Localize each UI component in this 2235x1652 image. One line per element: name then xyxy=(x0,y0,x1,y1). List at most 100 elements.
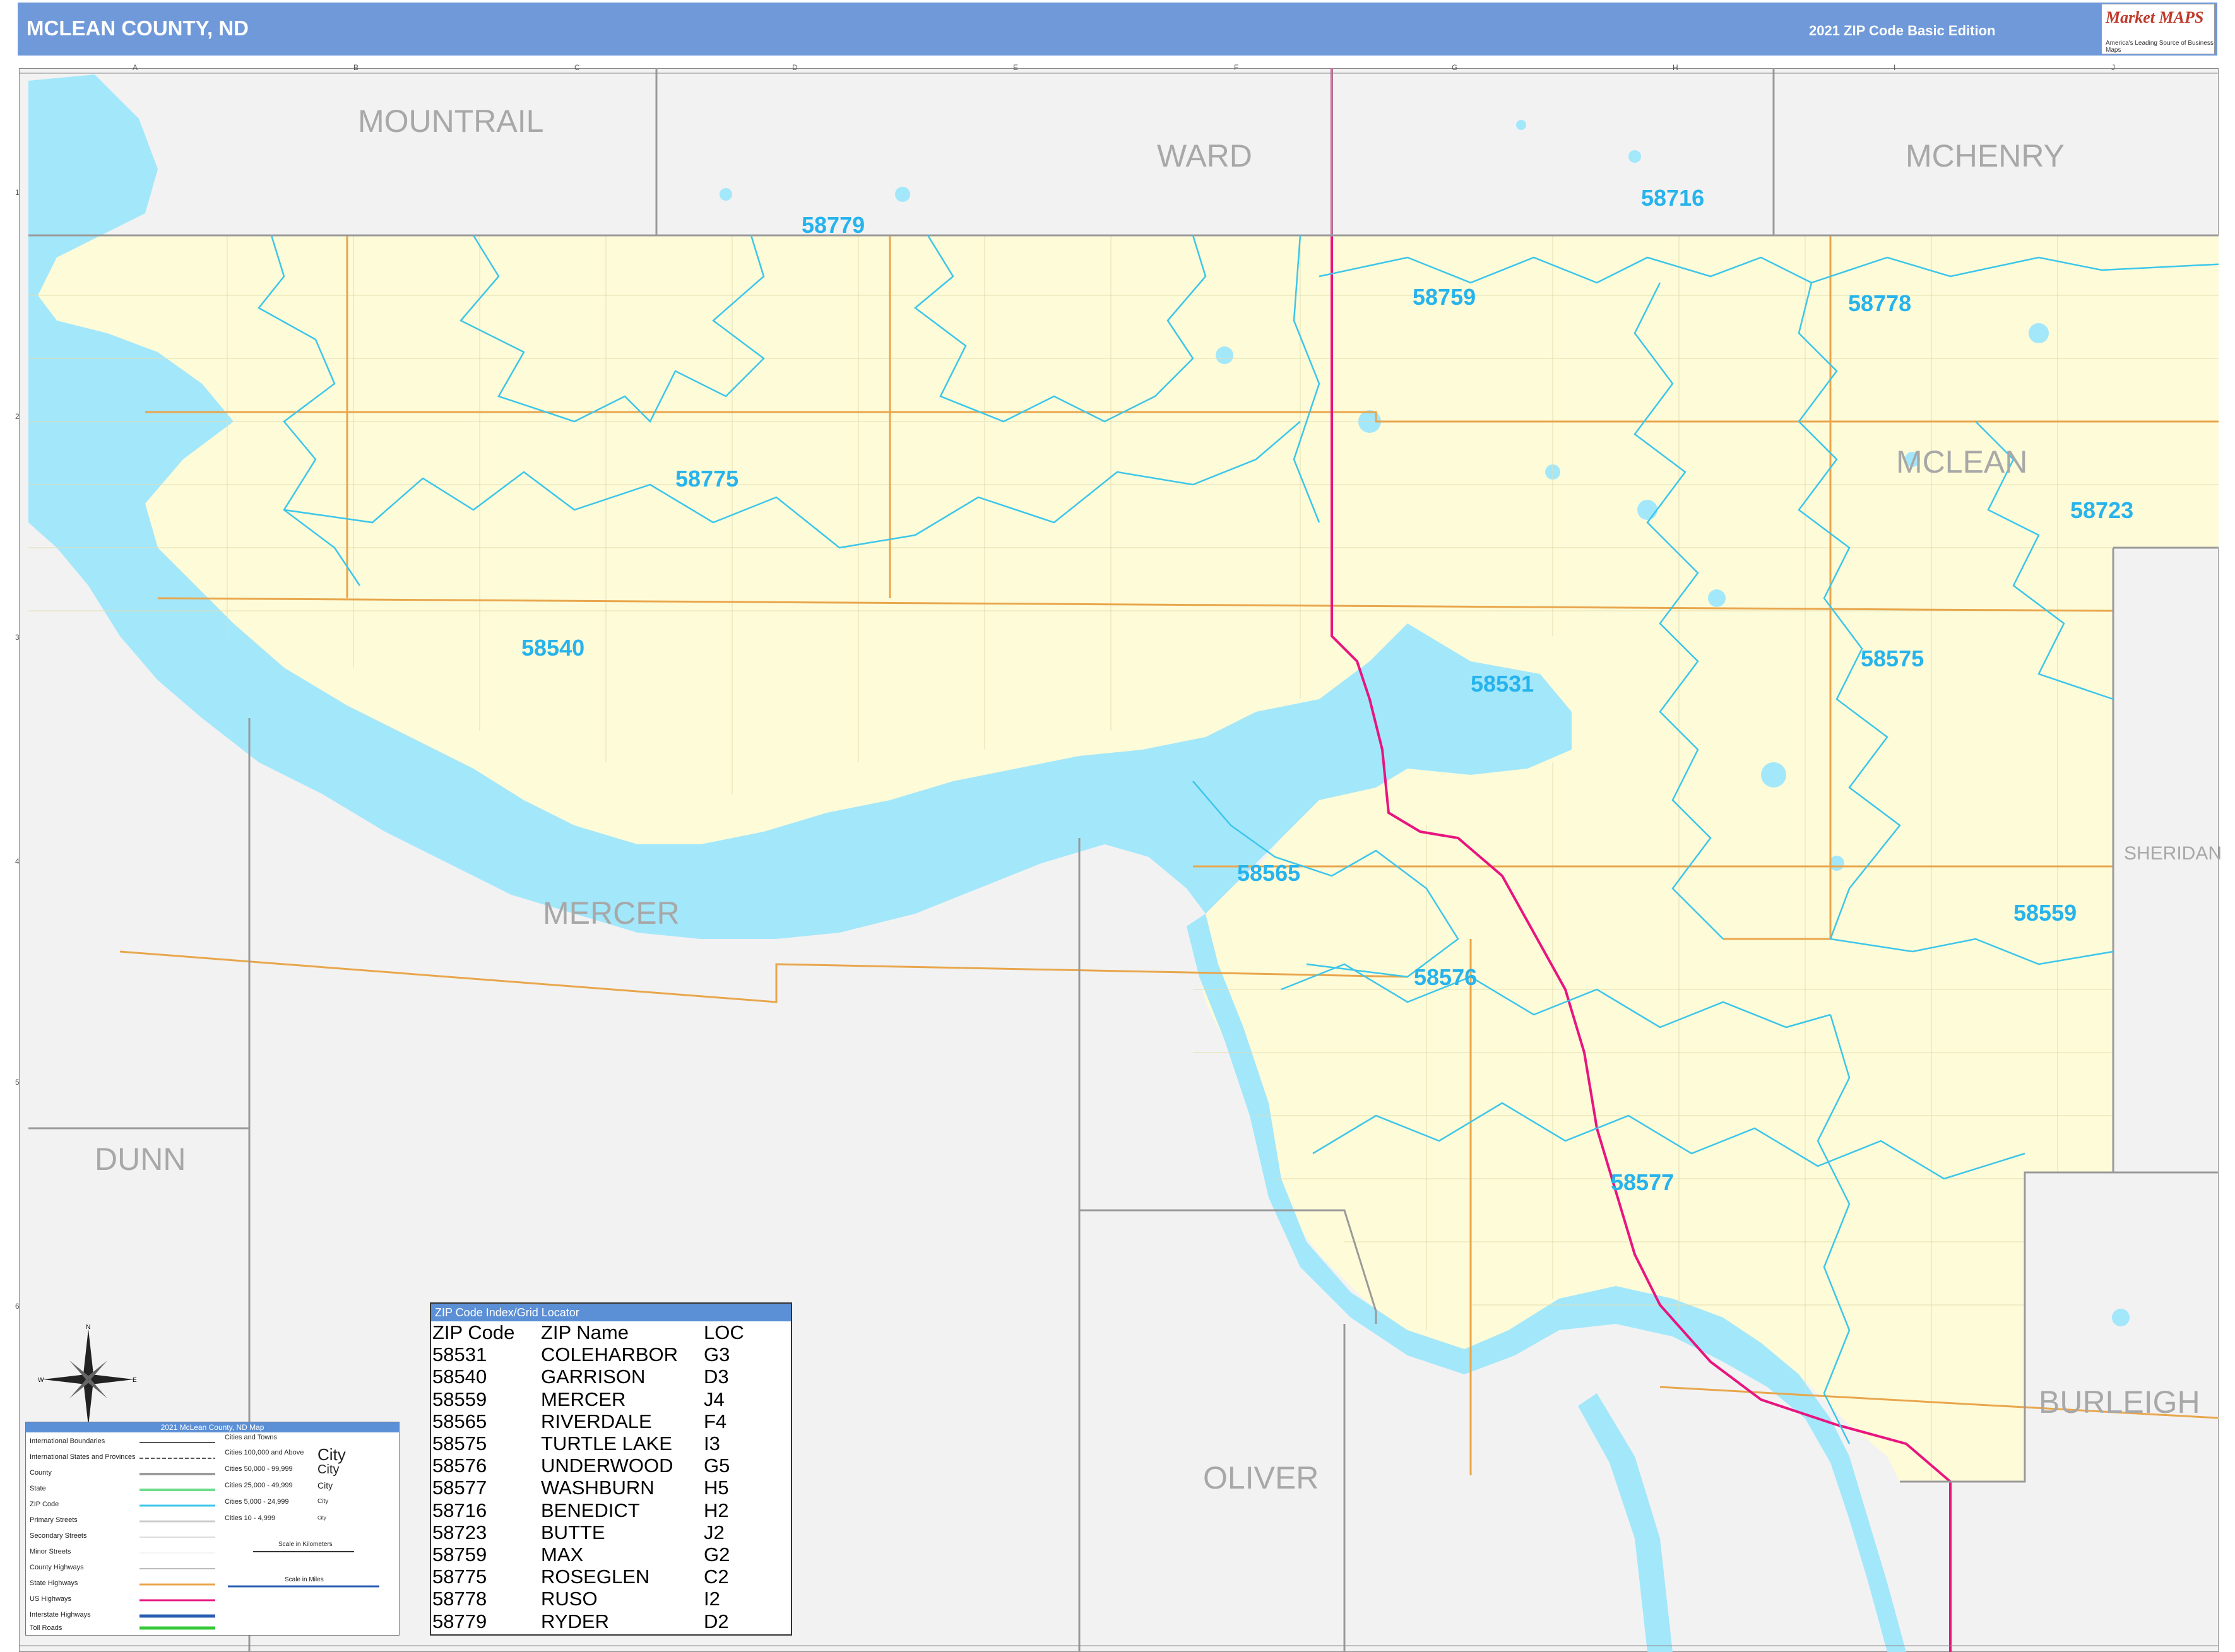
col-header-zip: ZIP Code xyxy=(432,1321,515,1344)
loc-cell: I2 xyxy=(704,1588,720,1610)
loc-cell: G5 xyxy=(704,1454,730,1477)
county-label-mountrail: MOUNTRAIL xyxy=(358,103,544,139)
loc-cell: H5 xyxy=(704,1477,729,1499)
name-cell: ROSEGLEN xyxy=(541,1566,650,1588)
zip-label-58778[interactable]: 58778 xyxy=(1848,290,1911,317)
zip-cell: 58779 xyxy=(432,1610,487,1632)
zip-label-58576[interactable]: 58576 xyxy=(1414,964,1477,991)
loc-cell: J2 xyxy=(704,1521,725,1543)
legend-scale-mi: Scale in Miles xyxy=(285,1576,324,1583)
county-label-dunn: DUNN xyxy=(95,1142,186,1177)
county-label-oliver: OLIVER xyxy=(1203,1460,1319,1496)
loc-cell: H2 xyxy=(704,1499,729,1521)
county-label-mchenry: MCHENRY xyxy=(1906,138,2065,174)
table-row[interactable]: 58775 ROSEGLEN C2 xyxy=(432,1566,744,1588)
zip-cell: 58723 xyxy=(432,1521,487,1543)
loc-cell: I3 xyxy=(704,1432,720,1455)
col-header-loc: LOC xyxy=(704,1321,744,1344)
svg-text:N: N xyxy=(86,1324,90,1331)
name-cell: BENEDICT xyxy=(541,1499,640,1521)
name-cell: COLEHARBOR xyxy=(541,1343,679,1366)
grid-col-j: J xyxy=(2111,63,2115,72)
grid-row-1: 1 xyxy=(15,188,20,197)
table-row[interactable]: 58716 BENEDICT H2 xyxy=(432,1499,744,1521)
name-cell: MAX xyxy=(541,1543,584,1566)
grid-col-g: G xyxy=(1452,63,1458,72)
county-label-burleigh: BURLEIGH xyxy=(2039,1384,2200,1420)
zip-cell: 58540 xyxy=(432,1366,487,1388)
loc-cell: D3 xyxy=(704,1366,729,1388)
legend-city-item: Cities 5,000 - 24,999 xyxy=(225,1498,289,1506)
table-row[interactable]: 58559 MERCER J4 xyxy=(432,1388,744,1410)
grid-col-c: C xyxy=(574,63,580,72)
legend-city-sample: City xyxy=(317,1445,346,1464)
table-row[interactable]: 58575 TURTLE LAKE I3 xyxy=(432,1432,744,1454)
grid-row-4: 4 xyxy=(15,857,20,866)
table-row[interactable]: 58759 MAX G2 xyxy=(432,1543,744,1566)
zip-label-58577[interactable]: 58577 xyxy=(1611,1169,1674,1196)
map-header: MCLEAN COUNTY, ND 2021 ZIP Code Basic Ed… xyxy=(18,3,2217,56)
map-canvas[interactable]: MOUNTRAIL WARD MCHENRY MCLEAN SHERIDAN M… xyxy=(15,63,2222,1652)
legend-city-sample: City xyxy=(317,1515,326,1521)
zip-label-58531[interactable]: 58531 xyxy=(1471,671,1534,697)
zip-cell: 58559 xyxy=(432,1388,487,1410)
table-row[interactable]: 58576 UNDERWOOD G5 xyxy=(432,1454,744,1477)
county-label-ward: WARD xyxy=(1157,138,1252,174)
name-cell: RIVERDALE xyxy=(541,1410,652,1432)
zip-label-58779[interactable]: 58779 xyxy=(802,212,865,239)
grid-row-2: 2 xyxy=(15,412,20,421)
loc-cell: F4 xyxy=(704,1410,727,1432)
table-row[interactable]: 58723 BUTTE J2 xyxy=(432,1521,744,1543)
zip-label-58775[interactable]: 58775 xyxy=(675,466,738,492)
loc-cell: C2 xyxy=(704,1566,729,1588)
county-label-mclean: MCLEAN xyxy=(1896,444,2028,480)
zip-label-58559[interactable]: 58559 xyxy=(2013,900,2077,926)
zip-label-58565[interactable]: 58565 xyxy=(1237,860,1300,887)
grid-row-5: 5 xyxy=(15,1078,20,1087)
grid-row-3: 3 xyxy=(15,633,20,642)
market-maps-logo[interactable]: Market MAPS America's Leading Source of … xyxy=(2101,4,2215,54)
table-row[interactable]: 58531 COLEHARBOR G3 xyxy=(432,1343,744,1366)
zip-label-58540[interactable]: 58540 xyxy=(521,635,584,661)
compass-icon: N W E xyxy=(38,1324,137,1426)
legend-city-item: Cities 100,000 and Above xyxy=(225,1449,304,1456)
legend-city-item: Cities 10 - 4,999 xyxy=(225,1514,276,1522)
zip-label-58723[interactable]: 58723 xyxy=(2070,497,2133,524)
zip-cell: 58575 xyxy=(432,1432,487,1455)
loc-cell: G2 xyxy=(704,1543,730,1566)
zip-label-58759[interactable]: 58759 xyxy=(1413,284,1476,310)
locator-grid: ZIP Code ZIP Name LOC 58531 COLEHARBOR G3 … xyxy=(432,1321,744,1632)
zip-cell: 58531 xyxy=(432,1343,487,1366)
legend-city-sample: City xyxy=(317,1480,333,1490)
grid-col-a: A xyxy=(133,63,138,72)
zip-cell: 58775 xyxy=(432,1566,487,1588)
legend-city-sample: City xyxy=(317,1463,340,1477)
legend-city-sample: City xyxy=(317,1498,329,1505)
map-title: MCLEAN COUNTY, ND xyxy=(27,16,249,40)
name-cell: TURTLE LAKE xyxy=(541,1432,672,1455)
loc-cell: J4 xyxy=(704,1388,725,1410)
zip-label-58716[interactable]: 58716 xyxy=(1641,185,1704,211)
grid-row-6: 6 xyxy=(15,1302,20,1311)
zip-cell: 58759 xyxy=(432,1543,487,1566)
locator-title: ZIP Code Index/Grid Locator xyxy=(431,1304,791,1321)
zip-cell: 58716 xyxy=(432,1499,487,1521)
edition-label: 2021 ZIP Code Basic Edition xyxy=(1809,23,1996,38)
zip-cell: 58577 xyxy=(432,1477,487,1499)
name-cell: UNDERWOOD xyxy=(541,1454,673,1477)
col-header-name: ZIP Name xyxy=(541,1321,629,1344)
table-row[interactable]: 58577 WASHBURN H5 xyxy=(432,1477,744,1499)
name-cell: MERCER xyxy=(541,1388,626,1410)
name-cell: RUSO xyxy=(541,1588,598,1610)
grid-col-f: F xyxy=(1234,63,1239,72)
county-label-mercer: MERCER xyxy=(543,895,680,931)
legend-scale-km: Scale in Kilometers xyxy=(278,1541,333,1548)
table-row[interactable]: 58778 RUSO I2 xyxy=(432,1588,744,1610)
table-row[interactable]: 58540 GARRISON D3 xyxy=(432,1366,744,1388)
loc-cell: G3 xyxy=(704,1343,730,1366)
name-cell: WASHBURN xyxy=(541,1477,655,1499)
table-row[interactable]: 58779 RYDER D2 xyxy=(432,1610,744,1632)
table-row[interactable]: 58565 RIVERDALE F4 xyxy=(432,1410,744,1432)
zip-label-58575[interactable]: 58575 xyxy=(1861,646,1924,672)
svg-text:E: E xyxy=(133,1377,137,1384)
